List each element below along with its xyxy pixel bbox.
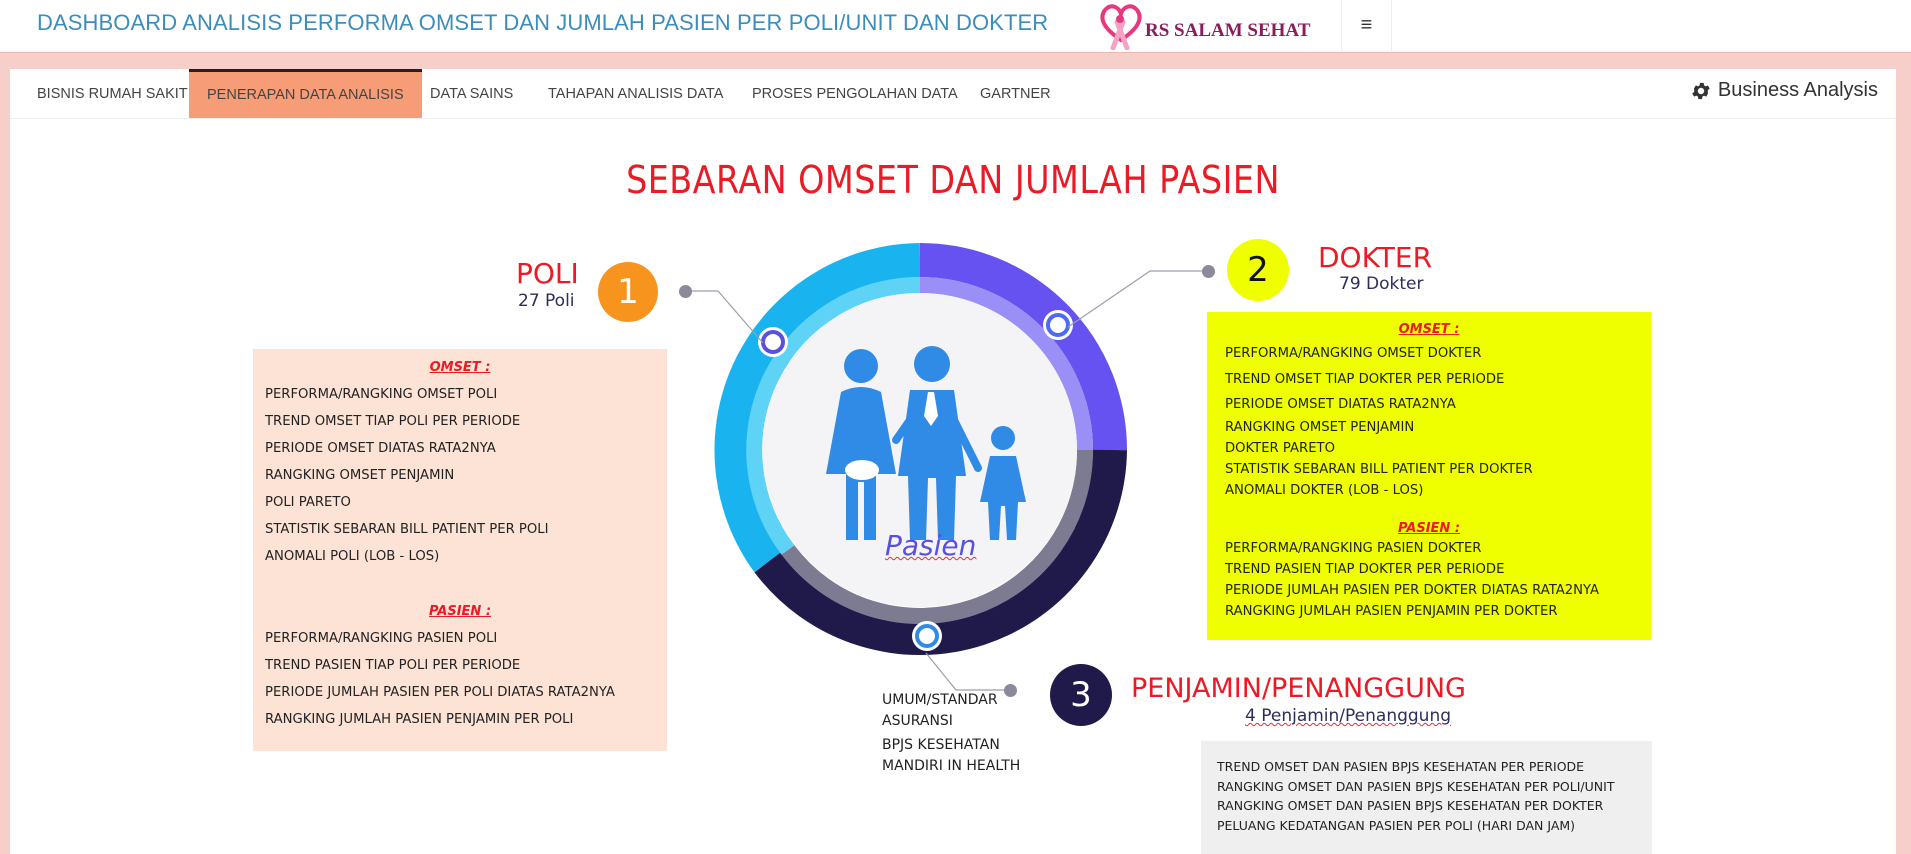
dokter-pasien-heading: PASIEN : <box>1397 521 1461 536</box>
dokter-info-box: OMSET : PERFORMA/RANGKING OMSET DOKTER T… <box>1207 312 1651 640</box>
penjamin-list-item: UMUM/STANDAR <box>882 692 998 708</box>
hospital-logo[interactable]: RS SALAM SEHAT <box>1093 0 1323 50</box>
tab-data-sains[interactable]: DATA SAINS <box>412 69 531 118</box>
penjamin-list-item: MANDIRI IN HEALTH <box>882 758 1021 774</box>
patient-ring-graphic <box>714 243 1127 655</box>
poli-count: 27 Poli <box>518 291 575 311</box>
list-item: PERIODE JUMLAH PASIEN PER DOKTER DIATAS … <box>1225 583 1600 598</box>
list-item: PERFORMA/RANGKING PASIEN POLI <box>265 631 498 646</box>
tab-bar: BISNIS RUMAH SAKIT PENERAPAN DATA ANALIS… <box>10 69 1896 119</box>
list-item: TREND PASIEN TIAP DOKTER PER PERIODE <box>1225 562 1505 577</box>
list-item: POLI PARETO <box>265 495 351 510</box>
list-item: RANGKING JUMLAH PASIEN PENJAMIN PER DOKT… <box>1225 604 1558 619</box>
list-item: TREND OMSET TIAP POLI PER PERIODE <box>265 414 521 429</box>
tab-penerapan-data-analisis[interactable]: PENERAPAN DATA ANALISIS <box>189 69 422 118</box>
list-item: RANGKING OMSET PENJAMIN <box>1225 420 1415 435</box>
poli-info-box: OMSET : PERFORMA/RANGKING OMSET POLI TRE… <box>253 349 667 751</box>
business-analysis-label: Business Analysis <box>1717 79 1878 101</box>
list-item: PERIODE JUMLAH PASIEN PER POLI DIATAS RA… <box>265 685 615 700</box>
list-item: STATISTIK SEBARAN BILL PATIENT PER DOKTE… <box>1225 462 1533 477</box>
penjamin-connector-dot <box>1004 684 1017 697</box>
poli-title: POLI <box>516 257 579 290</box>
top-header: DASHBOARD ANALISIS PERFORMA OMSET DAN JU… <box>0 0 1911 53</box>
dokter-number-badge: 2 <box>1227 239 1289 301</box>
list-item: PERIODE OMSET DIATAS RATA2NYA <box>1225 397 1456 412</box>
list-item: RANGKING OMSET DAN PASIEN BPJS KESEHATAN… <box>1217 798 1604 813</box>
penjamin-title: PENJAMIN/PENANGGUNG <box>1131 673 1466 704</box>
gear-icon <box>1692 82 1710 99</box>
list-item: TREND PASIEN TIAP POLI PER PERIODE <box>265 658 521 673</box>
list-item: RANGKING OMSET PENJAMIN <box>265 468 455 483</box>
list-item: PERFORMA/RANGKING OMSET DOKTER <box>1225 346 1482 361</box>
poli-connector-dot <box>679 285 692 298</box>
tab-proses-pengolahan-data[interactable]: PROSES PENGOLAHAN DATA <box>734 69 976 118</box>
dokter-title: DOKTER <box>1318 241 1433 274</box>
list-item: PERFORMA/RANGKING OMSET POLI <box>265 387 498 402</box>
list-item: TREND OMSET DAN PASIEN BPJS KESEHATAN PE… <box>1217 759 1585 774</box>
list-item: PERFORMA/RANGKING PASIEN DOKTER <box>1225 541 1482 556</box>
hamburger-icon: ≡ <box>1360 14 1373 36</box>
list-item: PERIODE OMSET DIATAS RATA2NYA <box>265 441 496 456</box>
list-item: RANGKING OMSET DAN PASIEN BPJS KESEHATAN… <box>1217 778 1615 794</box>
tab-bisnis-rumah-sakit[interactable]: BISNIS RUMAH SAKIT <box>19 69 206 118</box>
list-item: ANOMALI DOKTER (LOB - LOS) <box>1225 483 1424 498</box>
list-item: DOKTER PARETO <box>1225 441 1335 456</box>
penjamin-list-item: ASURANSI <box>882 713 953 729</box>
ribbon-heart-icon <box>1100 4 1142 50</box>
poli-number-badge: 1 <box>598 262 658 322</box>
penjamin-list-item: BPJS KESEHATAN <box>882 737 1000 753</box>
list-item: PELUANG KEDATANGAN PASIEN PER POLI (HARI… <box>1217 817 1576 833</box>
poli-pasien-heading: PASIEN : <box>428 604 492 619</box>
dokter-count: 79 Dokter <box>1339 274 1424 294</box>
list-item: STATISTIK SEBARAN BILL PATIENT PER POLI <box>265 522 549 537</box>
dokter-omset-heading: OMSET : <box>1398 322 1460 337</box>
menu-toggle-button[interactable]: ≡ <box>1341 0 1392 51</box>
list-item: TREND OMSET TIAP DOKTER PER PERIODE <box>1225 372 1505 387</box>
tab-gartner[interactable]: GARTNER <box>962 69 1069 118</box>
list-item: RANGKING JUMLAH PASIEN PENJAMIN PER POLI <box>265 712 574 727</box>
tab-tahapan-analisis-data[interactable]: TAHAPAN ANALISIS DATA <box>530 69 741 118</box>
penjamin-number-badge: 3 <box>1050 664 1112 726</box>
penjamin-info-box: TREND OMSET DAN PASIEN BPJS KESEHATAN PE… <box>1201 741 1652 854</box>
center-label-pasien: Pasien <box>885 529 977 562</box>
dokter-connector-dot <box>1202 265 1215 278</box>
poli-omset-heading: OMSET : <box>429 360 491 375</box>
dashboard-title: DASHBOARD ANALISIS PERFORMA OMSET DAN JU… <box>37 10 1049 35</box>
penjamin-count: 4 Penjamin/Penanggung <box>1245 706 1452 726</box>
list-item: ANOMALI POLI (LOB - LOS) <box>265 549 440 564</box>
infographic-title: SEBARAN OMSET DAN JUMLAH PASIEN <box>626 158 1280 202</box>
content-panel: BISNIS RUMAH SAKIT PENERAPAN DATA ANALIS… <box>10 69 1896 854</box>
business-analysis-brand[interactable]: Business Analysis <box>1690 79 1878 102</box>
logo-text: RS SALAM SEHAT <box>1145 20 1311 41</box>
